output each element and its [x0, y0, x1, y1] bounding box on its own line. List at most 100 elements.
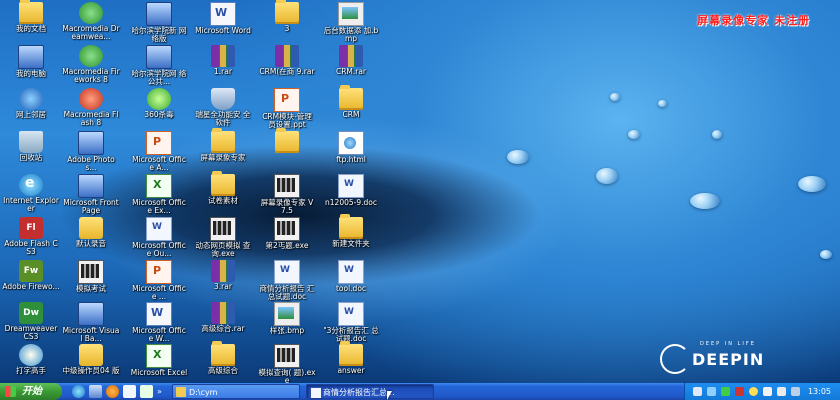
desktop-icon[interactable]: 默认录音 — [62, 215, 120, 261]
start-button[interactable]: 开始 — [0, 383, 62, 400]
tray-shield-icon[interactable] — [735, 387, 744, 396]
desktop-icon[interactable]: 模拟查询( 题).exe — [258, 342, 316, 383]
network-icon — [19, 88, 43, 110]
quicklaunch-media-icon[interactable] — [106, 385, 119, 398]
desktop-icon[interactable]: 第2丐题.exe — [258, 215, 316, 261]
tray-volume-icon[interactable] — [693, 387, 702, 396]
desktop-icon[interactable]: 3 — [258, 0, 316, 46]
tray-input-icon[interactable] — [777, 387, 786, 396]
desktop-icon-label: 默认录音 — [76, 239, 106, 248]
desktop-icon[interactable]: Microsoft Office Ex... — [130, 172, 188, 218]
desktop-icon[interactable]: 3.rar — [194, 258, 252, 304]
task-label: D:\cym — [189, 388, 218, 397]
desktop-icon[interactable]: 我的电脑 — [2, 43, 60, 89]
desktop-icon-label: Adobe Firewo... — [2, 282, 60, 291]
desktop-icon[interactable]: Adobe Photos... — [62, 129, 120, 175]
tray-qq-icon[interactable] — [749, 387, 758, 396]
desktop-icon[interactable]: CRM(在商 9.rar — [258, 43, 316, 89]
desktop-icon[interactable]: Microsoft Excel — [130, 342, 188, 383]
desktop-icon[interactable]: 试卷素材 — [194, 171, 252, 218]
desktop-icon[interactable]: Macromedia Fireworks 8 — [62, 43, 120, 89]
recorder-icon — [274, 174, 300, 198]
desktop-icon[interactable]: 我的文档 — [2, 0, 60, 46]
desktop-icon[interactable]: 哈尔滨学院网 络公共... — [130, 43, 188, 89]
quicklaunch-chevron-icon[interactable]: » — [157, 385, 165, 398]
desktop-icon[interactable]: Microsoft Office ... — [130, 258, 188, 304]
desktop-icon[interactable]: 高级综合 — [194, 341, 252, 383]
outlook-icon — [146, 217, 172, 241]
desktop-icon[interactable]: Internet Explorer — [2, 172, 60, 218]
desktop-icon-label: 我的电脑 — [16, 69, 46, 78]
desktop-icon[interactable]: 瑞星全功能安 全软件 — [194, 86, 252, 132]
audio-icon — [79, 217, 103, 239]
desktop-icon[interactable]: 新建文件夹 — [322, 214, 380, 261]
desktop-icon[interactable]: ftp.html — [322, 129, 380, 175]
computer-icon — [146, 2, 172, 26]
desktop-icon-label: answer — [337, 366, 365, 375]
quicklaunch-desktop-icon[interactable] — [89, 385, 102, 398]
desktop-icon[interactable]: 中级操作员04 版 — [62, 342, 120, 383]
tray-usb-icon[interactable] — [791, 387, 800, 396]
desktop-icon[interactable]: "3分析报告汇 总试题.doc — [322, 300, 380, 346]
water-drop — [628, 130, 640, 139]
desktop-icon[interactable]: 屏幕录像专家 V7.5 — [258, 172, 316, 218]
dreamweaver-icon — [79, 2, 103, 24]
desktop-icon[interactable]: CRM — [322, 85, 380, 132]
desktop-icon[interactable]: 模拟考试 — [62, 258, 120, 304]
desktop-icon[interactable]: Microsoft Word — [194, 0, 252, 46]
desktop-icon-label: 试卷素材 — [208, 196, 238, 205]
folder-icon — [275, 128, 299, 153]
desktop-icon[interactable]: 回收站 — [2, 129, 60, 175]
desktop-icon-label: 我的文档 — [16, 24, 46, 33]
desktop-icon-label: ftp.html — [336, 155, 366, 164]
quicklaunch-ie-icon[interactable] — [72, 385, 85, 398]
desktop-icon[interactable]: 商情分析报告 汇总试题.doc — [258, 258, 316, 304]
folder-icon — [339, 85, 363, 110]
desktop-icon[interactable]: answer — [322, 341, 380, 383]
desktop-icon[interactable]: Dw Dreamweaver CS3 — [2, 300, 60, 346]
tray-antivirus-icon[interactable] — [721, 387, 730, 396]
desktop-icon[interactable]: 打字高手 — [2, 342, 60, 383]
desktop-icon[interactable] — [258, 128, 316, 175]
desktop-icon-label: 回收站 — [19, 153, 43, 162]
desktop-icon-label: 第2丐题.exe — [265, 241, 309, 250]
desktop-icon[interactable]: 后台数据添 加.bmp — [322, 0, 380, 46]
desktop-icon-label: Adobe Flash CS3 — [4, 239, 58, 256]
tray-recorder-icon[interactable] — [763, 387, 772, 396]
word-icon — [146, 302, 172, 326]
desktop-icon[interactable]: Microsoft Office W... — [130, 300, 188, 346]
desktop-icon[interactable]: 样张.bmp — [258, 300, 316, 346]
windows-flag-icon — [5, 386, 16, 397]
desktop-icon[interactable]: Microsoft Office Ou... — [130, 215, 188, 261]
desktop-icon-label: n12005-9.doc — [325, 198, 377, 207]
desktop-icon[interactable]: Microsoft Office A... — [130, 129, 188, 175]
desktop-icon[interactable]: 高级综合.rar — [194, 300, 252, 346]
desktop-icon[interactable]: 哈尔滨学院新 网络版 — [130, 0, 188, 46]
taskbar-task-folder[interactable]: D:\cym — [172, 384, 300, 399]
desktop-icon[interactable]: Fw Adobe Firewo... — [2, 258, 60, 304]
document-icon — [274, 260, 300, 284]
desktop-icon[interactable]: CRM模块-管理 员设置.ppt — [258, 86, 316, 132]
desktop-icon[interactable]: 动态网页模拟 查询.exe — [194, 215, 252, 261]
quicklaunch-word-icon[interactable] — [123, 385, 136, 398]
desktop-icon-label: 模拟查询( 题).exe — [258, 368, 316, 384]
desktop-icon[interactable]: n12005-9.doc — [322, 172, 380, 218]
desktop-icon[interactable]: Macromedia Flash 8 — [62, 86, 120, 132]
folder-icon — [19, 0, 43, 24]
desktop-icon[interactable]: 网上邻居 — [2, 86, 60, 132]
desktop[interactable]: 屏幕录像专家 未注册 我的文档 Macromedia Dreamwea... 哈尔滨… — [0, 0, 840, 383]
tool-icon — [79, 344, 103, 366]
desktop-icon[interactable]: 屏幕录象专家 — [194, 128, 252, 175]
desktop-icon[interactable]: tool.doc — [322, 258, 380, 304]
desktop-icon[interactable]: 1.rar — [194, 43, 252, 89]
access-icon — [146, 131, 172, 155]
taskbar-task-word[interactable]: 商情分析报告汇总... — [306, 384, 434, 399]
quicklaunch-excel-icon[interactable] — [140, 385, 153, 398]
desktop-icon[interactable]: Macromedia Dreamwea... — [62, 0, 120, 46]
desktop-icon[interactable]: Microsoft FrontPage — [62, 172, 120, 218]
desktop-icon[interactable]: Microsoft Visual Ba... — [62, 300, 120, 346]
desktop-icon[interactable]: CRM.rar — [322, 43, 380, 89]
desktop-icon[interactable]: 360杀毒 — [130, 86, 188, 132]
desktop-icon[interactable]: Fl Adobe Flash CS3 — [2, 215, 60, 261]
tray-network-icon[interactable] — [707, 387, 716, 396]
